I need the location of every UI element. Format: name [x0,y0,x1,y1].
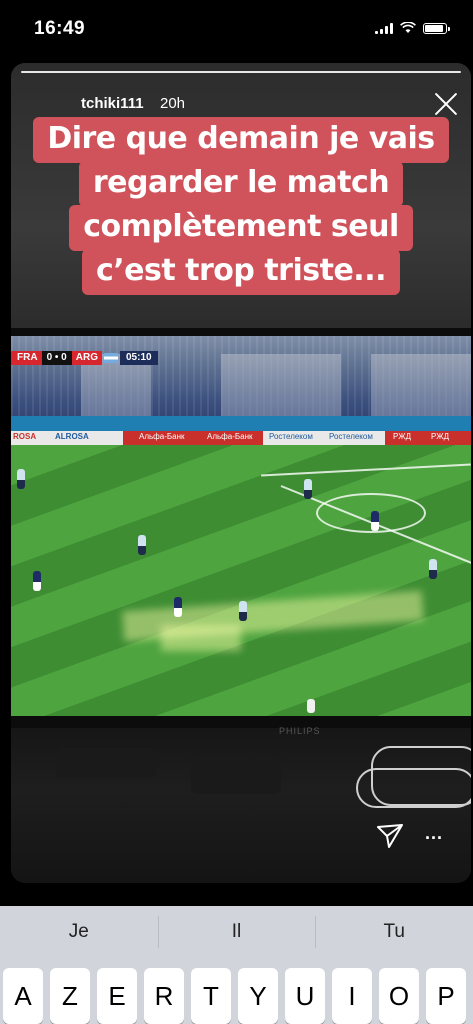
scoreboard-away: ARG [71,351,102,365]
suggestion-item[interactable]: Tu [315,906,473,958]
player [33,571,41,591]
story-caption: Dire que demain je vais regarder le matc… [21,117,461,295]
ad-text: Альфа-Банк [139,432,185,441]
ad-board-upper [11,416,471,432]
status-bar: 16:49 [0,0,473,62]
desk [11,728,471,883]
ad-text: ROSA [13,432,37,441]
player [429,559,437,579]
key-t[interactable]: T [191,968,231,1024]
story-timestamp: 20h [160,95,186,112]
story-viewer[interactable]: ROSA ALROSA Альфа-Банк Альфа-Банк Ростел… [11,63,471,883]
signal-icon [375,22,393,34]
scoreboard-clock: 05:10 [119,351,158,365]
status-icons [375,22,450,34]
send-icon[interactable] [375,821,405,851]
key-e[interactable]: E [97,968,137,1024]
caption-line: complètement seul [69,205,413,251]
story-progress-bar [21,71,461,73]
keyboard-suggestions: Je Il Tu [0,906,473,958]
key-a[interactable]: A [3,968,43,1024]
keyboard: Je Il Tu A Z E R T Y U I O P [0,906,473,1024]
key-z[interactable]: Z [50,968,90,1024]
key-p[interactable]: P [426,968,466,1024]
suggestion-item[interactable]: Il [157,906,316,958]
stadium-stands [11,336,471,426]
story-username[interactable]: tchiki111 [81,95,144,112]
ad-text: Альфа-Банк [207,432,253,441]
scoreboard: FRA 0 • 0 ARG 05:10 [11,351,158,365]
scoreboard-score: 0 • 0 [41,351,72,365]
scoreboard-home: FRA [11,351,42,365]
caption-line: Dire que demain je vais [33,117,449,163]
ad-text: РЖД [431,432,450,441]
caption-line: c’est trop triste... [82,249,400,295]
tv-screen: ROSA ALROSA Альфа-Банк Альфа-Банк Ростел… [11,336,471,716]
player [307,699,315,713]
key-o[interactable]: O [379,968,419,1024]
ad-text: Ростелеком [269,432,313,441]
player [138,535,146,555]
keyboard-row: A Z E R T Y U I O P [3,968,470,1024]
player [371,511,379,531]
close-icon[interactable] [433,91,459,117]
key-u[interactable]: U [285,968,325,1024]
player [239,601,247,621]
football-pitch [11,445,471,716]
status-time: 16:49 [34,18,86,39]
player [17,469,25,489]
key-i[interactable]: I [332,968,372,1024]
ad-text: РЖД [393,432,412,441]
battery-icon [423,22,450,34]
player [304,479,312,499]
key-y[interactable]: Y [238,968,278,1024]
ad-text: ALROSA [55,432,89,441]
suggestion-item[interactable]: Je [0,906,158,958]
caption-line: regarder le match [78,161,404,207]
more-options-icon[interactable]: ... [425,824,447,842]
argentina-flag-icon [103,353,118,363]
wifi-icon [400,22,416,33]
player [174,597,182,617]
ad-text: Ростелеком [329,432,373,441]
tv-brand: PHILIPS [279,726,321,736]
key-r[interactable]: R [144,968,184,1024]
